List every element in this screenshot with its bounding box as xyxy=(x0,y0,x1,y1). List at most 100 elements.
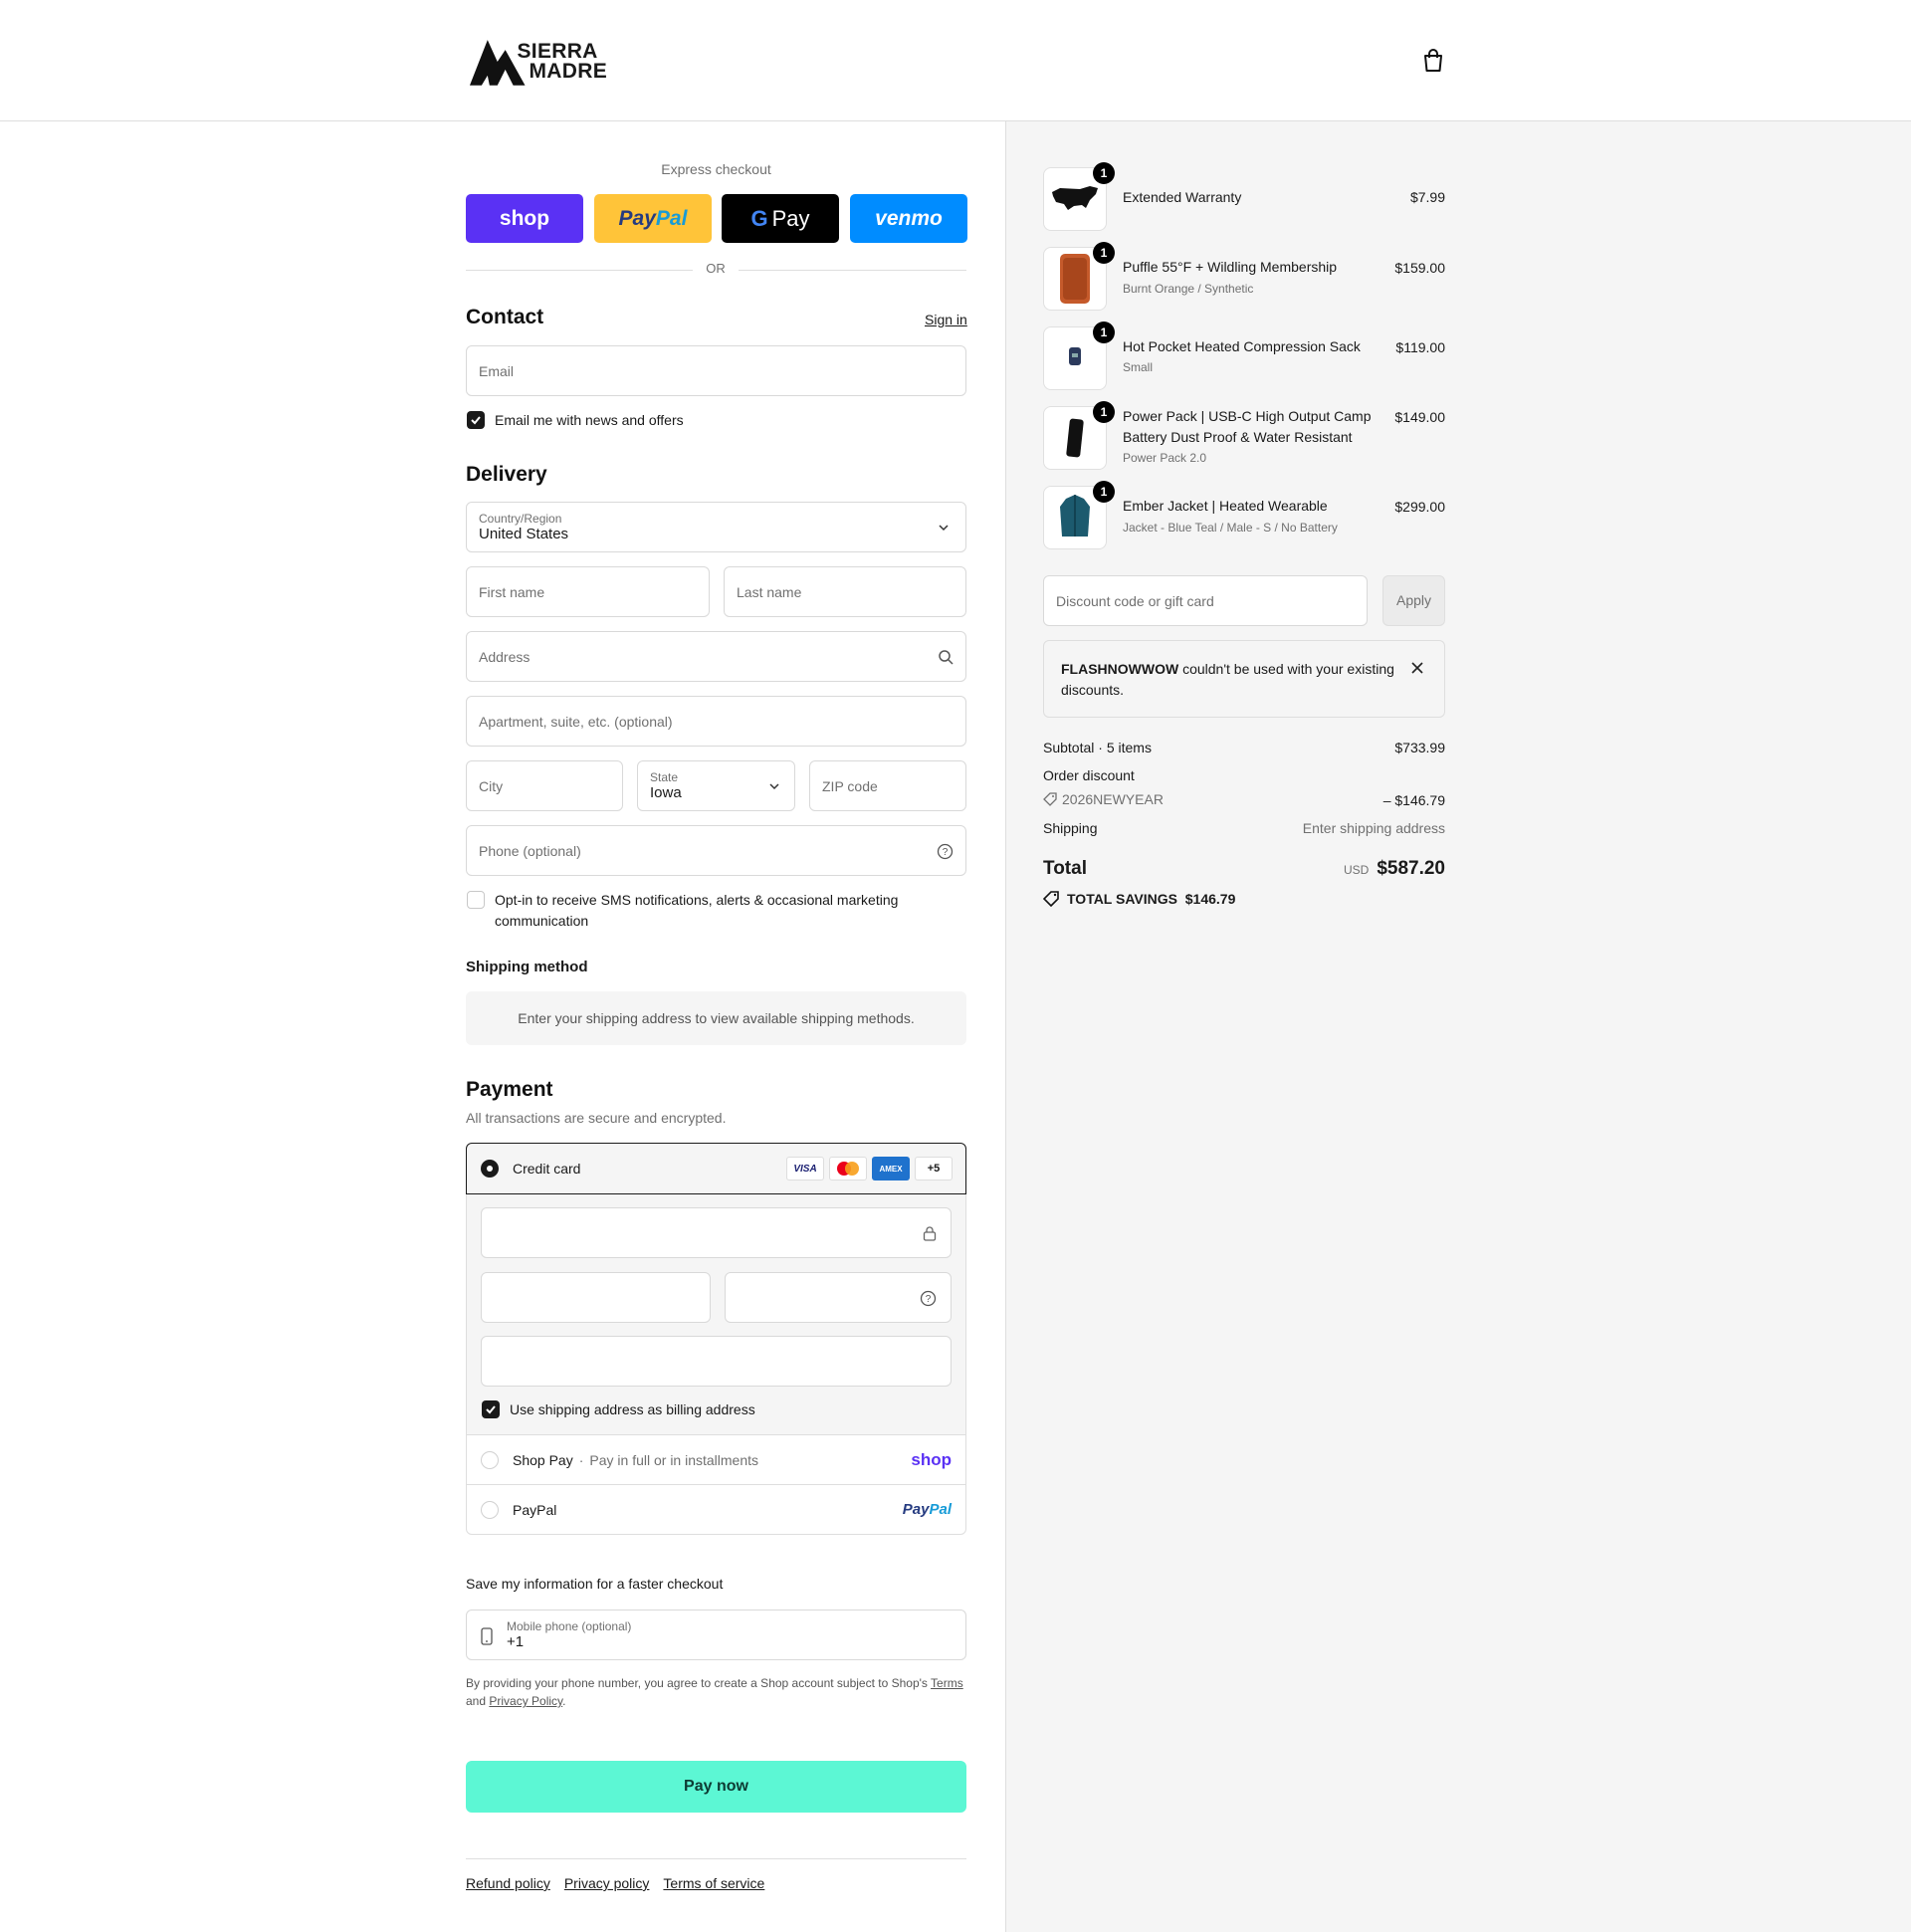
quantity-badge: 1 xyxy=(1093,242,1115,264)
security-code-field[interactable]: ? xyxy=(725,1272,952,1323)
phone-field[interactable]: Phone (optional) ? xyxy=(466,825,966,876)
paypal-button[interactable]: PayPal xyxy=(594,194,712,243)
savings-tag-icon xyxy=(1043,891,1059,907)
terms-link[interactable]: Terms xyxy=(931,1676,963,1690)
quantity-badge: 1 xyxy=(1093,481,1115,503)
lock-icon xyxy=(923,1226,937,1241)
paypal-option[interactable]: PayPal PayPal xyxy=(466,1484,966,1535)
delivery-heading: Delivery xyxy=(466,463,547,486)
total-savings: TOTAL SAVINGS $146.79 xyxy=(1043,890,1235,907)
total-value: $587.20 xyxy=(1377,858,1445,879)
first-name-field[interactable]: First name xyxy=(466,566,710,617)
email-field[interactable]: Email xyxy=(466,345,966,396)
credit-card-label: Credit card xyxy=(513,1161,581,1177)
terms-of-service-link[interactable]: Terms of service xyxy=(663,1875,764,1891)
subtotal-label: Subtotal · 5 items xyxy=(1043,740,1152,755)
mobile-phone-icon xyxy=(481,1627,493,1645)
currency-code: USD xyxy=(1343,863,1370,877)
news-checkbox[interactable] xyxy=(467,411,485,429)
legal-text: By providing your phone number, you agre… xyxy=(466,1676,963,1708)
state-select[interactable]: State Iowa xyxy=(637,760,795,811)
chevron-down-icon xyxy=(769,783,779,790)
item-name: Power Pack | USB-C High Output Camp Batt… xyxy=(1123,408,1372,445)
mastercard-icon xyxy=(829,1157,867,1181)
expiry-field[interactable] xyxy=(481,1272,711,1323)
divider-left xyxy=(466,270,693,271)
shop-pay-button[interactable]: shop xyxy=(466,194,583,243)
item-variant: Power Pack 2.0 xyxy=(1123,451,1207,465)
shipping-value: Enter shipping address xyxy=(1302,820,1445,836)
discount-code-input[interactable]: Discount code or gift card xyxy=(1043,575,1368,626)
google-g-icon: G xyxy=(750,205,768,231)
checkmark-icon xyxy=(471,416,481,425)
country-select[interactable]: Country/Region United States xyxy=(466,502,966,552)
shop-pay-subtitle: Pay in full or in installments xyxy=(589,1451,759,1468)
svg-text:?: ? xyxy=(926,1294,932,1305)
express-checkout-title: Express checkout xyxy=(661,161,771,177)
billing-checkbox-label: Use shipping address as billing address xyxy=(510,1401,755,1417)
close-icon[interactable] xyxy=(1410,661,1424,675)
city-field[interactable]: City xyxy=(466,760,623,811)
shop-pay-radio[interactable] xyxy=(481,1450,499,1469)
divider-right xyxy=(739,270,966,271)
checkmark-icon xyxy=(486,1405,496,1414)
item-name: Puffle 55°F + Wildling Membership xyxy=(1123,259,1338,275)
quantity-badge: 1 xyxy=(1093,162,1115,184)
item-name: Extended Warranty xyxy=(1123,189,1242,205)
item-price: $7.99 xyxy=(1409,189,1445,205)
svg-text:?: ? xyxy=(943,847,949,858)
footer-links: Refund policy Privacy policy Terms of se… xyxy=(466,1875,764,1891)
brand-logo[interactable]: SIERRA MADRE xyxy=(468,36,607,88)
item-name: Hot Pocket Heated Compression Sack xyxy=(1123,338,1361,354)
apartment-field[interactable]: Apartment, suite, etc. (optional) xyxy=(466,696,966,747)
sms-checkbox[interactable] xyxy=(467,891,485,909)
paypal-label: PayPal xyxy=(513,1501,557,1518)
credit-card-radio[interactable] xyxy=(481,1160,499,1178)
sign-in-link[interactable]: Sign in xyxy=(925,312,967,327)
privacy-policy-link[interactable]: Privacy Policy xyxy=(489,1694,562,1708)
item-name: Ember Jacket | Heated Wearable xyxy=(1123,498,1328,514)
apply-discount-button[interactable]: Apply xyxy=(1382,575,1445,626)
credit-card-option[interactable]: Credit card VISA AMEX +5 xyxy=(466,1143,966,1194)
shop-pay-label: Shop Pay xyxy=(513,1451,573,1468)
payment-heading: Payment xyxy=(466,1078,553,1101)
shopping-bag-icon[interactable] xyxy=(1421,48,1445,74)
help-icon[interactable]: ? xyxy=(920,1290,937,1307)
item-variant: Burnt Orange / Synthetic xyxy=(1123,282,1254,296)
shop-pay-logo: shop xyxy=(911,1450,952,1469)
search-icon xyxy=(939,650,954,665)
last-name-field[interactable]: Last name xyxy=(724,566,966,617)
chevron-down-icon xyxy=(939,525,949,532)
quantity-badge: 1 xyxy=(1093,401,1115,423)
quantity-badge: 1 xyxy=(1093,322,1115,343)
zip-field[interactable]: ZIP code xyxy=(809,760,966,811)
venmo-button[interactable]: venmo xyxy=(850,194,967,243)
item-variant: Small xyxy=(1123,360,1154,374)
discount-value: – $146.79 xyxy=(1382,792,1445,808)
item-price: $159.00 xyxy=(1394,260,1445,276)
paypal-logo: PayPal xyxy=(618,206,688,230)
shipping-method-heading: Shipping method xyxy=(466,959,588,975)
pay-now-button[interactable]: Pay now xyxy=(466,1761,966,1813)
footer-divider xyxy=(466,1858,966,1859)
discount-error-message: FLASHNOWWOW couldn't be used with your e… xyxy=(1061,661,1394,698)
subtotal-value: $733.99 xyxy=(1394,740,1445,755)
privacy-policy-footer-link[interactable]: Privacy policy xyxy=(564,1875,650,1891)
address-field[interactable]: Address xyxy=(466,631,966,682)
save-info-heading: Save my information for a faster checkou… xyxy=(466,1576,724,1592)
help-icon[interactable]: ? xyxy=(937,843,954,860)
total-amount: USD $587.20 xyxy=(1344,858,1445,880)
payment-subtitle: All transactions are secure and encrypte… xyxy=(466,1110,727,1126)
item-price: $299.00 xyxy=(1394,499,1445,515)
order-summary-panel xyxy=(1005,121,1911,1932)
total-label: Total xyxy=(1043,858,1087,879)
billing-checkbox[interactable] xyxy=(482,1400,500,1418)
paypal-radio[interactable] xyxy=(481,1500,499,1519)
shop-pay-option[interactable]: Shop Pay · Pay in full or in installment… xyxy=(466,1434,966,1485)
name-on-card-field[interactable] xyxy=(481,1336,952,1387)
google-pay-button[interactable]: G Pay xyxy=(722,194,839,243)
item-price: $149.00 xyxy=(1394,409,1445,425)
mobile-phone-field[interactable]: Mobile phone (optional) +1 xyxy=(466,1610,966,1660)
refund-policy-link[interactable]: Refund policy xyxy=(466,1875,550,1891)
card-number-field[interactable] xyxy=(481,1207,952,1258)
